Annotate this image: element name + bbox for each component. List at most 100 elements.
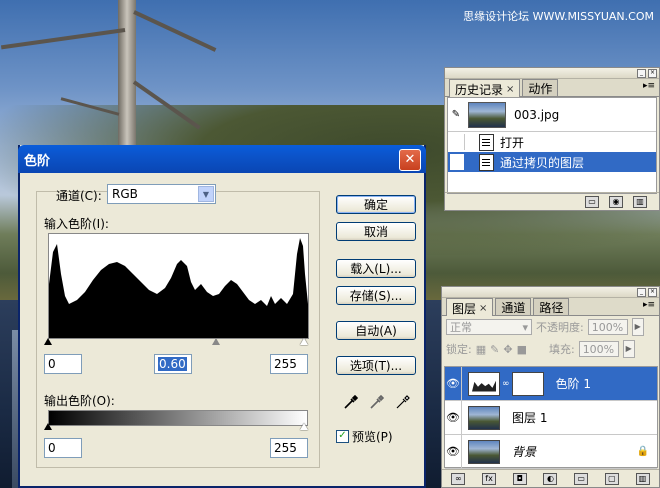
fill-input[interactable]: 100% <box>578 341 619 357</box>
histogram <box>48 233 309 339</box>
history-source-box[interactable] <box>450 134 465 150</box>
opacity-arrow-icon[interactable]: ▶ <box>631 318 644 336</box>
layers-panel: _ × 图层 × 通道 路径 ▸≡ 正常 ▾ 不透明度: 100% ▶ 锁定: ▦ … <box>441 286 660 488</box>
black-eyedropper-icon[interactable] <box>344 395 358 409</box>
panel-menu-icon[interactable]: ▸≡ <box>643 81 655 91</box>
layer-thumbnail <box>468 439 500 464</box>
input-gamma-slider[interactable] <box>212 338 220 345</box>
history-item-open[interactable]: 打开 <box>448 132 656 152</box>
opacity-label: 不透明度: <box>536 321 584 334</box>
tree-branch <box>0 28 126 50</box>
layer-mask-thumbnail[interactable] <box>511 371 544 396</box>
save-button[interactable]: 存储(S)... <box>336 286 416 305</box>
output-white-slider[interactable] <box>300 423 308 430</box>
add-mask-icon[interactable]: ◘ <box>512 472 527 485</box>
channel-label: 通道(C): <box>56 189 102 203</box>
adjustment-layer-icon[interactable]: ◐ <box>543 472 558 485</box>
dialog-title: 色阶 <box>24 153 51 169</box>
layer-1[interactable]: 👁 图层 1 <box>445 401 657 435</box>
output-black-slider[interactable] <box>44 423 52 430</box>
tree-branch <box>133 10 217 52</box>
close-button[interactable]: ✕ <box>399 149 421 171</box>
eye-icon[interactable]: 👁 <box>445 401 462 434</box>
close-icon[interactable]: × <box>648 288 657 297</box>
preview-checkbox[interactable]: ✓ 预览(P) <box>336 428 393 445</box>
history-tabs: 历史记录 × 动作 <box>445 79 659 97</box>
document-icon <box>479 133 494 151</box>
input-gamma-field[interactable]: 0.60 <box>154 354 192 374</box>
document-icon <box>479 153 494 171</box>
minimize-icon[interactable]: _ <box>637 288 646 297</box>
gray-eyedropper-icon[interactable] <box>370 395 384 409</box>
lock-icon: 🔒 <box>636 446 649 457</box>
new-group-icon[interactable]: ▭ <box>574 472 589 485</box>
input-levels-label: 输入色阶(I): <box>44 217 109 231</box>
new-document-icon[interactable]: ▭ <box>585 195 599 208</box>
tab-paths[interactable]: 路径 <box>533 298 570 315</box>
panel-menu-icon[interactable]: ▸≡ <box>643 300 655 310</box>
input-black-slider[interactable] <box>44 338 52 345</box>
lock-transparent-icon[interactable]: ▦ <box>476 343 486 356</box>
panel-grip[interactable]: _ × <box>442 287 659 298</box>
close-icon[interactable]: × <box>648 69 657 78</box>
history-footer: ▭ ◉ ▥ <box>445 192 659 210</box>
layer-levels-1[interactable]: 👁 ∞ 色阶 1 <box>445 367 657 401</box>
lock-row: 锁定: ▦ ✎ ✥ ■ 填充: 100% ▶ <box>442 338 659 360</box>
output-black-field[interactable]: 0 <box>44 438 82 458</box>
layer-background[interactable]: 👁 背景 🔒 <box>445 435 657 469</box>
layer-thumbnail <box>468 405 500 430</box>
opacity-input[interactable]: 100% <box>587 319 628 335</box>
fill-arrow-icon[interactable]: ▶ <box>622 340 635 358</box>
eye-icon[interactable]: 👁 <box>445 367 462 400</box>
history-source-box[interactable] <box>450 154 465 170</box>
channel-select[interactable]: RGB ▼ <box>107 184 216 204</box>
layer-list: 👁 ∞ 色阶 1 👁 图层 1 👁 背景 🔒 <box>444 366 658 469</box>
input-black-field[interactable]: 0 <box>44 354 82 374</box>
output-levels-label: 输出色阶(O): <box>44 394 115 408</box>
history-item-layer-via-copy[interactable]: 通过拷贝的图层 <box>448 152 656 172</box>
panel-grip[interactable]: _ × <box>445 68 659 79</box>
ok-button[interactable]: 确定 <box>336 195 416 214</box>
minimize-icon[interactable]: _ <box>637 69 646 78</box>
camera-icon[interactable]: ◉ <box>609 195 623 208</box>
tab-layers[interactable]: 图层 × <box>446 298 494 316</box>
tab-history[interactable]: 历史记录 × <box>449 79 521 97</box>
close-tab-icon[interactable]: × <box>506 84 514 95</box>
fill-label: 填充: <box>548 343 575 356</box>
white-eyedropper-icon[interactable] <box>396 395 410 409</box>
link-icon[interactable]: ∞ <box>502 379 510 389</box>
auto-button[interactable]: 自动(A) <box>336 321 416 340</box>
eye-icon[interactable]: 👁 <box>445 435 462 468</box>
tab-actions[interactable]: 动作 <box>522 79 559 96</box>
cancel-button[interactable]: 取消 <box>336 222 416 241</box>
input-white-field[interactable]: 255 <box>270 354 308 374</box>
history-snapshot[interactable]: ✎ 003.jpg <box>448 98 656 132</box>
blend-row: 正常 ▾ 不透明度: 100% ▶ <box>442 316 659 338</box>
checkmark-icon[interactable]: ✓ <box>336 430 349 443</box>
output-gradient-bar <box>48 410 308 426</box>
adjustment-thumbnail <box>468 371 500 396</box>
lock-move-icon[interactable]: ✥ <box>503 343 512 356</box>
dialog-titlebar[interactable]: 色阶 ✕ <box>18 145 426 173</box>
output-white-field[interactable]: 255 <box>270 438 308 458</box>
history-panel: _ × 历史记录 × 动作 ▸≡ ✎ 003.jpg 打开 通过拷贝的图层 ▭ ◉… <box>444 67 660 211</box>
link-layers-icon[interactable]: ∞ <box>451 472 466 485</box>
input-white-slider[interactable] <box>300 338 308 345</box>
levels-dialog: 色阶 ✕ 通道(C): RGB ▼ 输入色阶(I): 0 0.60 255 输出… <box>18 145 426 488</box>
new-layer-icon[interactable]: ▢ <box>604 472 619 485</box>
history-list: ✎ 003.jpg 打开 通过拷贝的图层 <box>447 97 657 194</box>
chevron-down-icon: ▾ <box>522 320 528 334</box>
brush-source-icon[interactable]: ✎ <box>448 109 464 120</box>
options-button[interactable]: 选项(T)... <box>336 356 416 375</box>
trash-icon[interactable]: ▥ <box>633 195 647 208</box>
lock-paint-icon[interactable]: ✎ <box>490 343 499 356</box>
layers-footer: ∞ fx ◘ ◐ ▭ ▢ ▥ <box>442 469 659 487</box>
tab-channels[interactable]: 通道 <box>495 298 532 315</box>
load-button[interactable]: 载入(L)... <box>336 259 416 278</box>
blend-mode-select[interactable]: 正常 ▾ <box>446 319 532 335</box>
fx-icon[interactable]: fx <box>482 472 497 485</box>
snapshot-thumbnail <box>468 101 506 128</box>
lock-all-icon[interactable]: ■ <box>517 343 527 356</box>
trash-icon[interactable]: ▥ <box>635 472 650 485</box>
close-tab-icon[interactable]: × <box>479 303 487 314</box>
